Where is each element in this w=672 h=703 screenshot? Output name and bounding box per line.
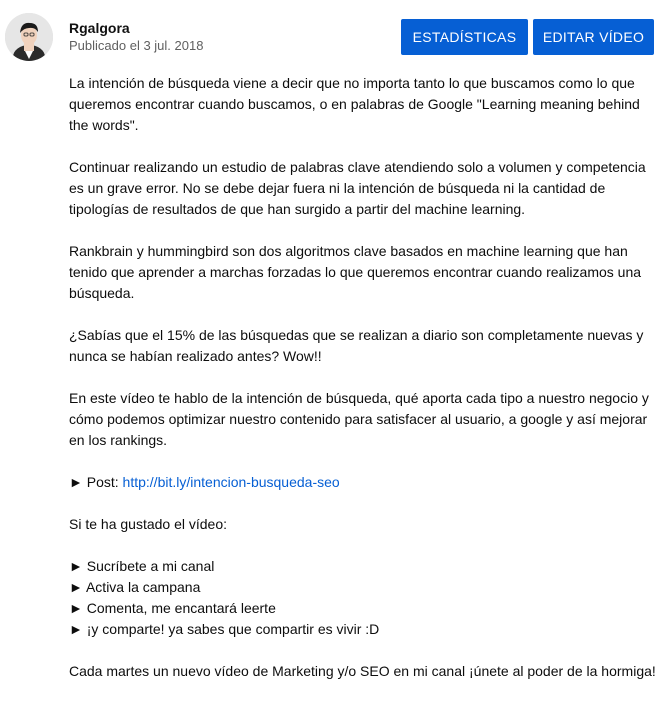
list-item: ► ¡y comparte! ya sabes que compartir es… — [69, 621, 380, 637]
description-paragraph-5: En este vídeo te hablo de la intención d… — [69, 390, 649, 448]
video-description: La intención de búsqueda viene a decir q… — [69, 73, 669, 703]
description-paragraph-4: ¿Sabías que el 15% de las búsquedas que … — [69, 327, 644, 364]
post-link[interactable]: http://bit.ly/intencion-busqueda-seo — [123, 474, 340, 490]
post-prefix: ► Post: — [69, 474, 123, 490]
edit-video-button[interactable]: EDITAR VÍDEO — [533, 19, 654, 55]
call-to-action-list: ► Sucríbete a mi canal ► Activa la campa… — [69, 556, 669, 640]
description-paragraph-7: Cada martes un nuevo vídeo de Marketing … — [69, 663, 656, 679]
channel-name[interactable]: Rgalgora — [69, 20, 130, 36]
list-item: ► Activa la campana — [69, 579, 201, 595]
avatar[interactable] — [5, 13, 53, 61]
description-paragraph-3: Rankbrain y hummingbird son dos algoritm… — [69, 243, 642, 301]
publish-date: Publicado el 3 jul. 2018 — [69, 38, 204, 53]
description-paragraph-1: La intención de búsqueda viene a decir q… — [69, 75, 640, 133]
stats-button[interactable]: ESTADÍSTICAS — [401, 19, 528, 55]
video-owner-header: Rgalgora Publicado el 3 jul. 2018 ESTADÍ… — [0, 0, 672, 70]
description-paragraph-6: Si te ha gustado el vídeo: — [69, 516, 227, 532]
description-paragraph-2: Continuar realizando un estudio de palab… — [69, 159, 646, 217]
list-item: ► Comenta, me encantará leerte — [69, 600, 276, 616]
list-item: ► Sucríbete a mi canal — [69, 558, 215, 574]
post-line: ► Post: http://bit.ly/intencion-busqueda… — [69, 472, 669, 493]
avatar-image — [5, 13, 53, 61]
